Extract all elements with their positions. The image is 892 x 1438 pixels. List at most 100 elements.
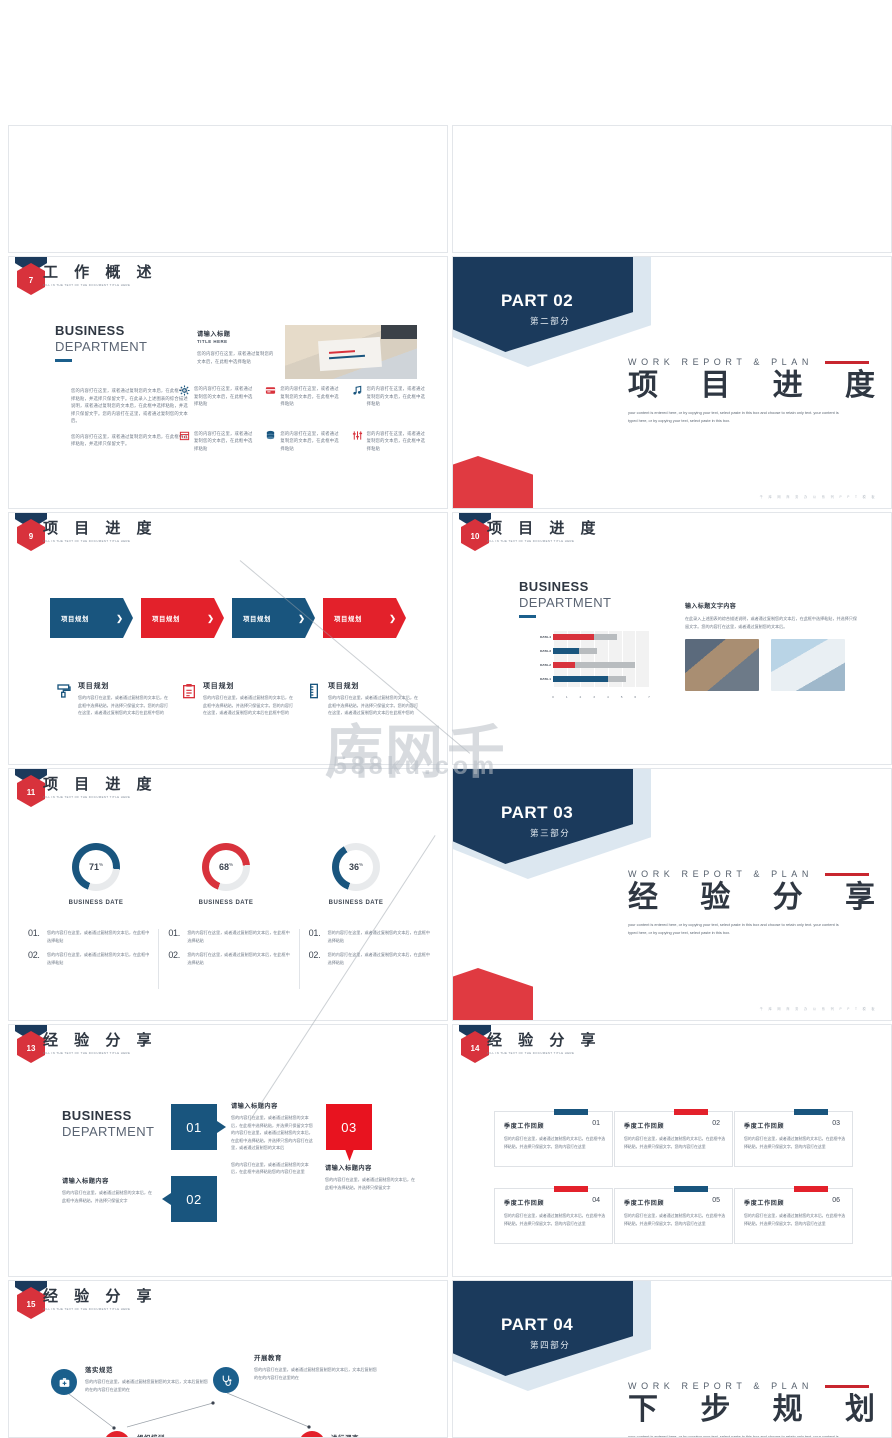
list-item: 02. 您的内容打在这里，或者通过复制您的文本后，在此框中选择粘贴: [168, 951, 289, 966]
step-square-02[interactable]: 02: [171, 1176, 217, 1222]
tail-right: [217, 1121, 226, 1133]
chevron-step-4-label: 项目规划: [334, 614, 362, 623]
review-card[interactable]: 04季度工作回顾您的内容打在这里，或者通过复制您的文本后，在此框中选择粘贴，并选…: [494, 1188, 613, 1244]
part-paragraph: your content is entered here, or by copy…: [628, 921, 846, 937]
paint-roller-icon: [56, 682, 72, 700]
horizontal-bar-chart: 01234567DATA-1DATA-2DATA-3DATA-4: [517, 631, 649, 699]
donut-caption: BUSINESS DATE: [291, 900, 421, 906]
chart-x-tick: 0: [552, 695, 554, 699]
card-number: 03: [832, 1120, 840, 1127]
page-title: 经 验 分 享: [43, 1033, 158, 1049]
chart-gridline: [649, 631, 650, 687]
slide-thumbnail-part04[interactable]: PART 04 第四部分 WORK REPORT & PLAN 下 步 规 划 …: [452, 1280, 892, 1438]
icon-item-3-text: 您的内容打在这里，或者通过复制您的文本后，在此框中选择粘贴: [367, 385, 429, 408]
red-rule: [825, 361, 869, 364]
card-head: 季度工作回顾: [504, 1121, 604, 1130]
slide-thumbnail-10[interactable]: 10 项 目 进 度 FILL IN THE TEXT OF THE DOCUM…: [452, 512, 892, 765]
tail-left: [162, 1193, 171, 1205]
slide7-mid-title-cn: 请输入标题: [197, 329, 277, 338]
icon-item-4[interactable]: 您的内容打在这里，或者通过复制您的文本后，在此框中选择粘贴: [179, 430, 256, 453]
chart-bar-value-segment: [553, 662, 575, 668]
donut-ring: 68%: [202, 843, 250, 891]
page-title: 经 验 分 享: [487, 1033, 602, 1049]
chart-bar: [553, 676, 649, 682]
card-tab: [554, 1186, 588, 1192]
slide9-item-2[interactable]: 项目规划 您的内容打在这里，或者通过复制您的文本后，在此框中选择粘贴，并选择只保…: [181, 681, 295, 717]
slide13-head-3: 请输入标题内容: [325, 1163, 417, 1172]
chevron-step-4[interactable]: 项目规划 ❯: [323, 598, 406, 638]
review-card[interactable]: 01季度工作回顾您的内容打在这里，或者通过复制您的文本后，在此框中选择粘贴，并选…: [494, 1111, 613, 1167]
part-heading: 项 目 进 度: [628, 369, 878, 404]
card-body: 您的内容打在这里，或者通过复制您的文本后，在此框中选择粘贴，并选择只保留文字。您…: [624, 1135, 728, 1150]
slide9-item-3[interactable]: 项目规划 您的内容打在这里，或者通过复制您的文本后，在此框中选择粘贴，并选择只保…: [306, 681, 420, 717]
chart-bar-value-segment: [553, 648, 579, 654]
icon-item-6[interactable]: 您的内容打在这里，或者通过复制您的文本后，在此框中选择粘贴: [352, 430, 429, 453]
icon-item-2[interactable]: 您的内容打在这里，或者通过复制您的文本后，在此框中选择粘贴: [265, 385, 342, 408]
step-square-03[interactable]: 03: [326, 1104, 372, 1150]
review-card[interactable]: 02季度工作回顾您的内容打在这里，或者通过复制您的文本后，在此框中选择粘贴，并选…: [614, 1111, 733, 1167]
bullet-number: 01.: [309, 929, 328, 938]
slide-thumbnail-part03[interactable]: PART 03 第三部分 WORK REPORT & PLAN 经 验 分 享 …: [452, 768, 892, 1021]
slide7-paragraph-2: 您的内容打在这里，或者通过复制您的文本后，在此框中选择粘贴，并选择只保留文字。: [71, 433, 191, 448]
icon-item-5-text: 您的内容打在这里，或者通过复制您的文本后，在此框中选择粘贴: [280, 430, 342, 453]
slide9-item-3-body: 您的内容打在这里，或者通过复制您的文本后，在此框中选择粘贴，并选择只保留文字。您…: [328, 694, 420, 717]
slide7-business-block: BUSINESS DEPARTMENT: [55, 323, 147, 362]
tail-down: [345, 1149, 354, 1161]
chart-x-tick: 7: [648, 695, 650, 699]
network-node-1[interactable]: [51, 1369, 77, 1395]
donut-value: 71%: [89, 862, 103, 872]
review-card[interactable]: 06季度工作回顾您的内容打在这里，或者通过复制您的文本后，在此框中选择粘贴，并选…: [734, 1188, 853, 1244]
slide-thumbnail-11[interactable]: 11 项 目 进 度 FILL IN THE TEXT OF THE DOCUM…: [8, 768, 448, 1021]
slide-thumbnail-9[interactable]: 9 项 目 进 度 FILL IN THE TEXT OF THE DOCUME…: [8, 512, 448, 765]
first-aid-kit-icon: [58, 1376, 71, 1389]
slide13-text-3: 请输入标题内容 您的内容打在这里，或者通过复制您的文本后，在此框中选择粘贴，并选…: [325, 1163, 417, 1191]
card-head: 季度工作回顾: [624, 1121, 724, 1130]
bullet-column-1: 01. 您的内容打在这里，或者通过复制您的文本后，在此框中选择粘贴 02. 您的…: [19, 929, 158, 989]
chart-y-label: DATA-2: [517, 663, 551, 667]
slide-number-badge: 14: [461, 1031, 489, 1063]
business-line-2: DEPARTMENT: [519, 595, 611, 610]
network-connector-lines: [9, 1281, 448, 1438]
part-kicker-text: WORK REPORT & PLAN: [628, 357, 813, 367]
slide-thumbnail-14[interactable]: 14 经 验 分 享 FILL IN THE TEXT OF THE DOCUM…: [452, 1024, 892, 1277]
slide-thumbnail-13[interactable]: 13 经 验 分 享 FILL IN THE TEXT OF THE DOCUM…: [8, 1024, 448, 1277]
icon-item-3[interactable]: 您的内容打在这里，或者通过复制您的文本后，在此框中选择粘贴: [352, 385, 429, 408]
part-number: PART 04: [501, 1315, 573, 1335]
chart-bar: [553, 634, 649, 640]
step-square-01[interactable]: 01: [171, 1104, 217, 1150]
chart-y-label: DATA-3: [517, 649, 551, 653]
chevron-step-3[interactable]: 项目规划 ❯: [232, 598, 315, 638]
hands-chart-photo: [285, 325, 417, 379]
slide-thumbnail-15[interactable]: 15 经 验 分 享 FILL IN THE TEXT OF THE DOCUM…: [8, 1280, 448, 1438]
slide13-head-1: 请输入标题内容: [231, 1101, 313, 1110]
slide-thumbnail-6[interactable]: 在此录入上述图表的综合描述说明 在此录入上述图表的综合描述说明 在此录入上述图表…: [8, 125, 448, 253]
card-tab: [794, 1109, 828, 1115]
slide9-item-1[interactable]: 项目规划 您的内容打在这里，或者通过复制您的文本后，在此框中选择粘贴，并选择只保…: [56, 681, 170, 717]
review-card[interactable]: 05季度工作回顾您的内容打在这里，或者通过复制您的文本后，在此框中选择粘贴，并选…: [614, 1188, 733, 1244]
icon-item-1[interactable]: 您的内容打在这里，或者通过复制您的文本后，在此框中选择粘贴: [179, 385, 256, 408]
business-line-2: DEPARTMENT: [62, 1124, 154, 1139]
chevron-step-1[interactable]: 项目规划 ❯: [50, 598, 133, 638]
part-paragraph: your content is entered here, or by copy…: [628, 409, 846, 425]
network-node-2[interactable]: [213, 1367, 239, 1393]
icon-item-5[interactable]: 您的内容打在这里，或者通过复制您的文本后，在此框中选择粘贴: [265, 430, 342, 453]
donut-caption: BUSINESS DATE: [161, 900, 291, 906]
review-card[interactable]: 03季度工作回顾您的内容打在这里，或者通过复制您的文本后，在此框中选择粘贴，并选…: [734, 1111, 853, 1167]
donut-unit: %: [99, 862, 103, 867]
card-number: 05: [712, 1197, 720, 1204]
card-number: 06: [832, 1197, 840, 1204]
step-square-03-label: 03: [341, 1120, 356, 1135]
part-kicker-text: WORK REPORT & PLAN: [628, 1381, 813, 1391]
slide-thumbnail-8[interactable]: 添加您的标题 替换文字内容，修改文字内容，也可以直接复制你的内容粘此。请替换文字…: [452, 125, 892, 253]
chevron-step-2[interactable]: 项目规划 ❯: [141, 598, 224, 638]
slide-thumbnail-7[interactable]: 7 工 作 概 述 FILL IN THE TEXT OF THE DOCUME…: [8, 256, 448, 509]
slide13-business-block: BUSINESS DEPARTMENT: [62, 1108, 154, 1139]
card-number: 02: [712, 1120, 720, 1127]
network-text-4: 进行调查: [331, 1433, 448, 1438]
slide-thumbnail-part02[interactable]: PART 02 第二部分 WORK REPORT & PLAN 项 目 进 度 …: [452, 256, 892, 509]
chart-bar-remainder-segment: [594, 634, 617, 640]
credit-card-icon: [265, 385, 276, 396]
chevron-step-2-label: 项目规划: [152, 614, 180, 623]
list-item: 02. 您的内容打在这里，或者通过复制您的文本后，在此框中选择粘贴: [28, 951, 149, 966]
slide10-right-body: 在此录入上述图表的综合描述说明，或者通过复制您的文本后，在此框中选择粘贴，并选择…: [685, 615, 860, 631]
